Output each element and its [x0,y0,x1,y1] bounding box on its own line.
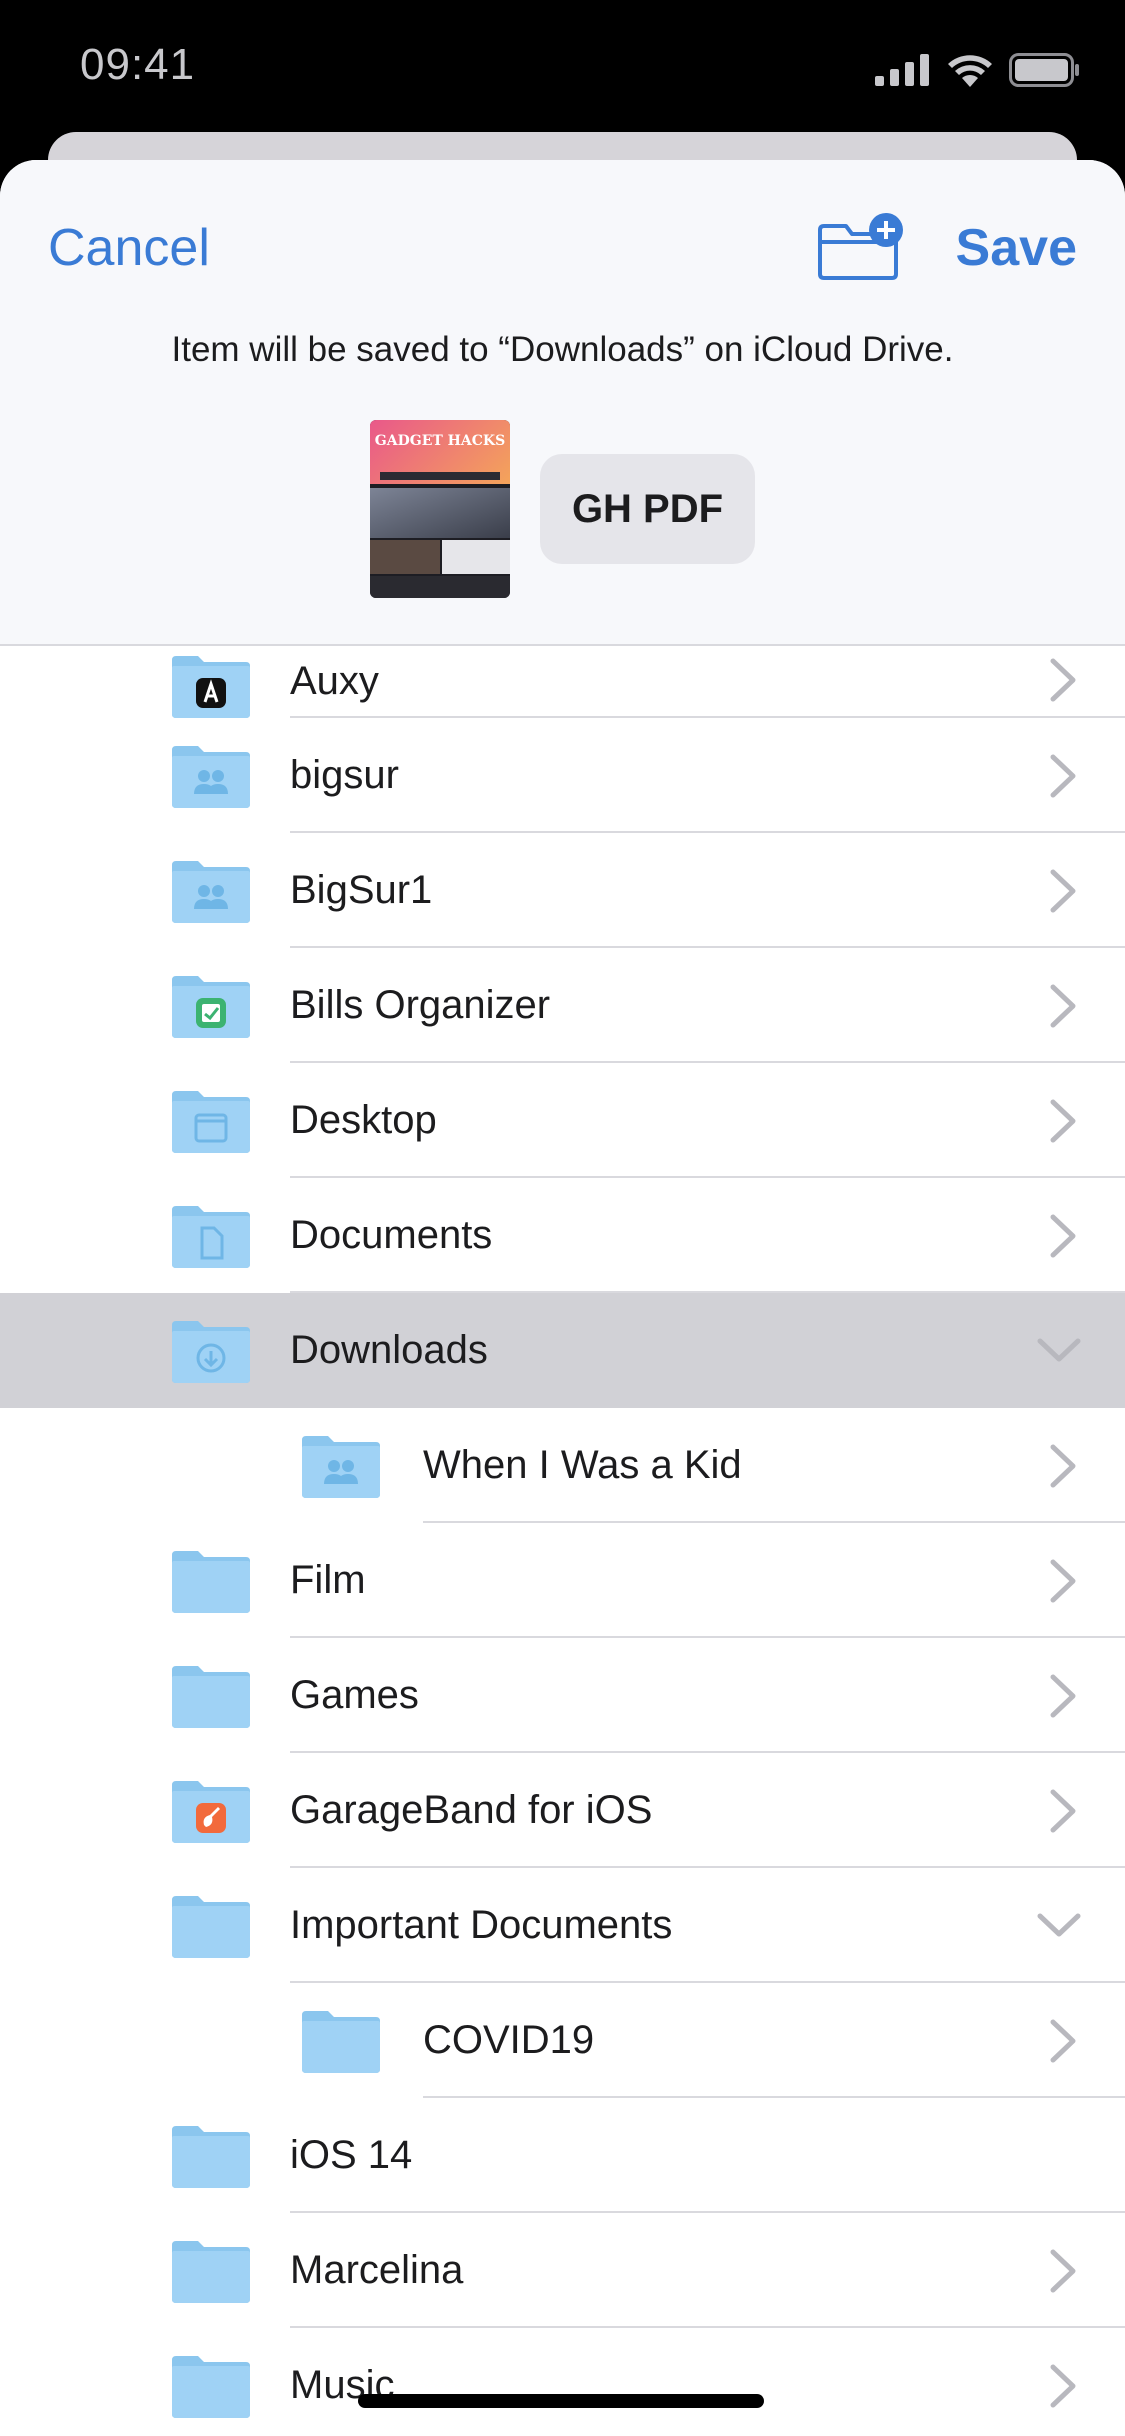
folder-row[interactable]: Documents [0,1178,1125,1293]
shared-folder-icon [302,1434,380,1498]
chevron-right-icon [1050,1099,1076,1143]
chevron-down-icon [1037,1338,1081,1362]
folder-icon [172,2239,250,2303]
folder-icon [172,1549,250,1613]
folder-row[interactable]: Film [0,1523,1125,1638]
folder-icon [172,2124,250,2188]
chevron-right-icon [1050,1789,1076,1833]
chevron-right-icon [1050,869,1076,913]
chevron-right-icon [1050,2249,1076,2293]
folder-name: Games [290,1673,419,1717]
shared-folder-icon [172,859,250,923]
folder-name: COVID19 [423,2018,595,2062]
chevron-right-icon [1050,2364,1076,2408]
status-icons [875,50,1081,90]
folder-icon [172,1894,250,1958]
auxy-app-folder-icon [172,654,250,718]
status-bar: 09:41 [0,0,1125,140]
folder-name: Marcelina [290,2248,464,2292]
garageband-app-folder-icon [172,1779,250,1843]
status-time: 09:41 [80,40,196,89]
save-location-text: Item will be saved to “Downloads” on iCl… [171,330,954,369]
thumbnail-title: GADGET HACKS [374,433,506,449]
folder-row[interactable]: Desktop [0,1063,1125,1178]
sheet-header: Cancel Save Item will be saved to “Downl… [0,160,1125,646]
folder-name: Auxy [290,659,379,703]
folder-row[interactable]: Music [0,2328,1125,2436]
folder-name: iOS 14 [290,2133,413,2177]
folder-row[interactable]: GarageBand for iOS [0,1753,1125,1868]
folder-name: Documents [290,1213,493,1257]
desktop-folder-icon [172,1089,250,1153]
cancel-button[interactable]: Cancel [48,218,210,278]
chevron-right-icon [1050,984,1076,1028]
folder-icon [172,2354,250,2418]
folder-row[interactable]: Games [0,1638,1125,1753]
folder-icon [302,2009,380,2073]
chevron-down-icon [1037,1913,1081,1937]
folder-row[interactable]: bigsur [0,718,1125,833]
folder-row[interactable]: Important Documents [0,1868,1125,1983]
folder-row[interactable]: iOS 14 [0,2098,1125,2213]
chevron-right-icon [1050,1559,1076,1603]
bills-organizer-app-folder-icon [172,974,250,1038]
home-indicator[interactable] [358,2394,764,2408]
file-name-field[interactable]: GH PDF [540,454,755,564]
save-button[interactable]: Save [956,218,1077,278]
folder-row[interactable]: Downloads [0,1293,1125,1408]
chevron-right-icon [1050,658,1076,702]
folder-row[interactable]: Bills Organizer [0,948,1125,1063]
documents-folder-icon [172,1204,250,1268]
folder-name: Film [290,1558,366,1602]
downloads-folder-icon [172,1319,250,1383]
chevron-right-icon [1050,1214,1076,1258]
folder-row[interactable]: When I Was a Kid [0,1408,1125,1523]
new-folder-button[interactable] [816,212,908,284]
folder-name: Bills Organizer [290,983,551,1027]
folder-name: When I Was a Kid [423,1443,742,1487]
folder-row[interactable]: COVID19 [0,1983,1125,2098]
folder-name: Important Documents [290,1903,673,1947]
folder-name: Downloads [290,1328,488,1372]
chevron-right-icon [1050,2019,1076,2063]
wifi-icon [948,55,992,87]
chevron-right-icon [1050,754,1076,798]
folder-name: BigSur1 [290,868,433,912]
cellular-signal-icon [875,54,929,86]
folder-name: Desktop [290,1098,437,1142]
new-folder-icon [818,213,903,280]
chevron-right-icon [1050,1674,1076,1718]
battery-icon [1009,53,1079,87]
folder-row[interactable]: Auxy [0,646,1125,718]
folder-name: Music [290,2363,395,2407]
folder-row[interactable]: BigSur1 [0,833,1125,948]
folder-row[interactable]: Marcelina [0,2213,1125,2328]
shared-folder-icon [172,744,250,808]
folder-name: GarageBand for iOS [290,1788,653,1832]
chevron-right-icon [1050,1444,1076,1488]
folder-icon [172,1664,250,1728]
save-sheet: Cancel Save Item will be saved to “Downl… [0,160,1125,2436]
document-thumbnail: GADGET HACKS [370,420,510,598]
folder-list: Auxy bigsur BigSur1 Bills Organizer Desktop D… [0,646,1125,2436]
folder-name: bigsur [290,753,399,797]
